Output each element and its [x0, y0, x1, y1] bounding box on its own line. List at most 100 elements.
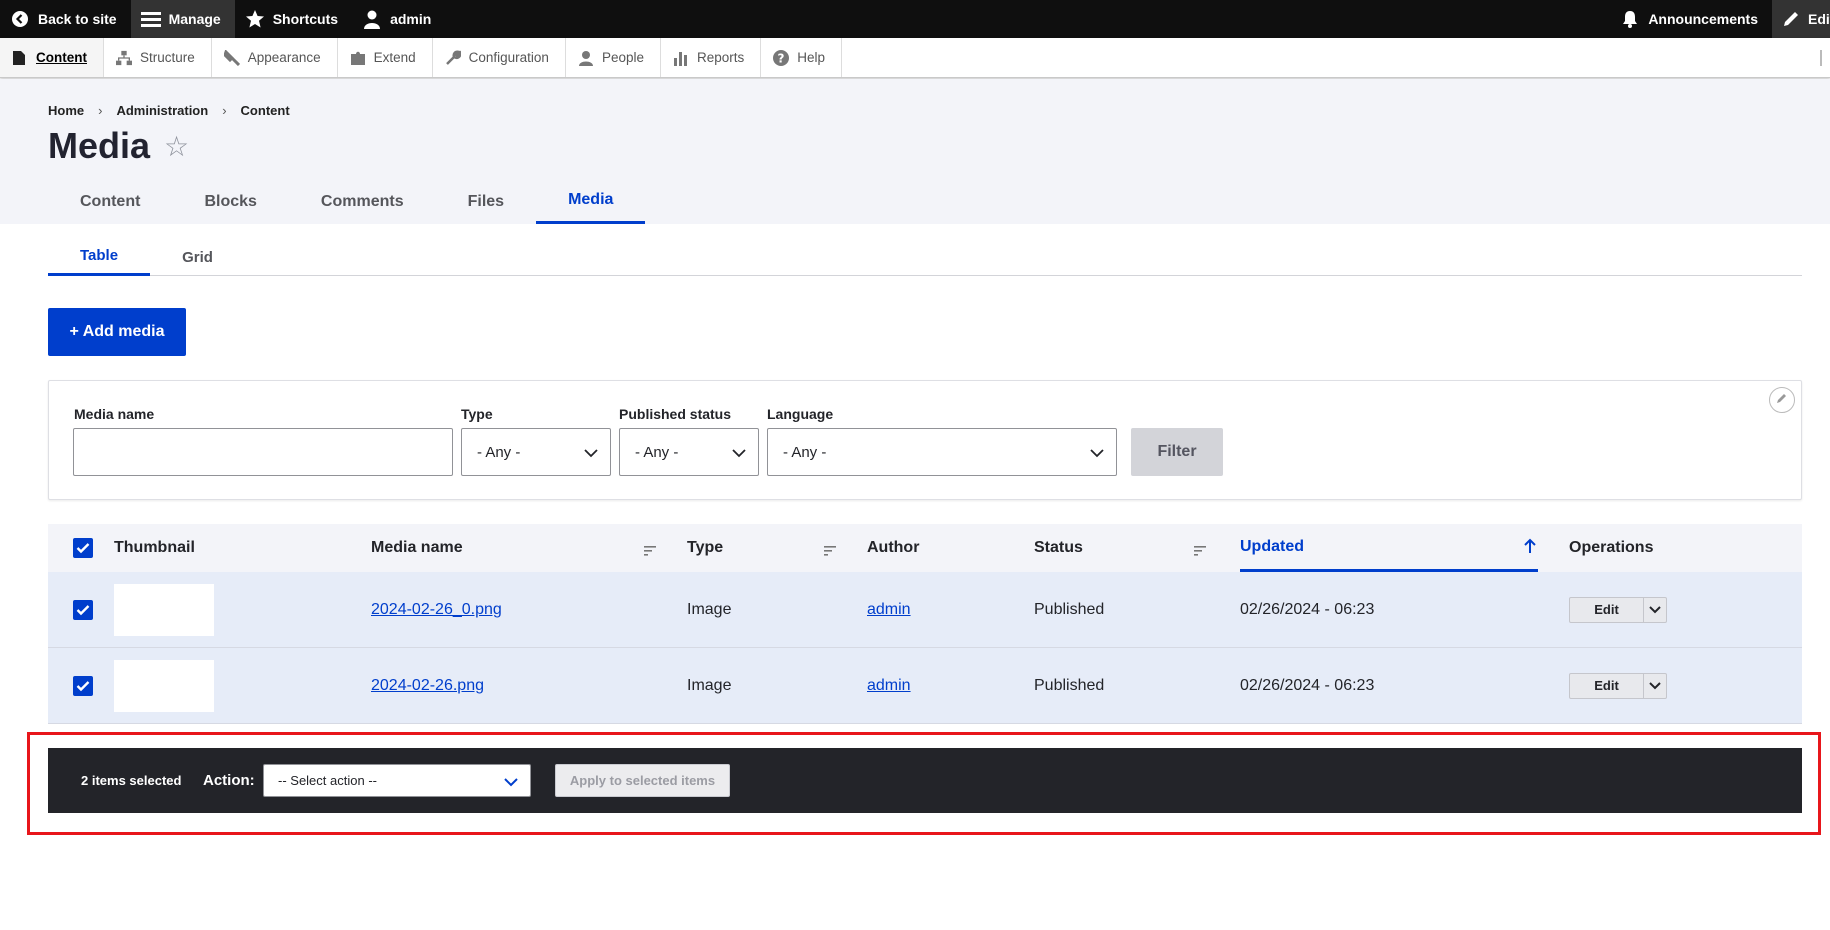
filter-button[interactable]: Filter	[1131, 428, 1223, 476]
apply-to-selected-button[interactable]: Apply to selected items	[555, 764, 730, 797]
add-media-button[interactable]: + Add media	[48, 308, 186, 356]
tray-item-content[interactable]: Content	[0, 38, 104, 77]
header-type[interactable]: Type	[687, 539, 723, 557]
author-link[interactable]: admin	[867, 677, 911, 695]
breadcrumb-separator: ›	[222, 103, 227, 118]
tab-content[interactable]: Content	[48, 179, 172, 224]
action-select[interactable]: -- Select action --	[263, 764, 531, 797]
type-select-value: - Any -	[477, 443, 521, 461]
pencil-icon	[1776, 391, 1788, 409]
bar-chart-icon	[673, 50, 689, 66]
tray-label-structure: Structure	[140, 50, 195, 65]
media-name-link[interactable]: 2024-02-26_0.png	[371, 601, 502, 619]
announcements-label: Announcements	[1648, 11, 1758, 27]
row-checkbox[interactable]	[73, 599, 93, 620]
tray-item-structure[interactable]: Structure	[104, 38, 212, 77]
operations-dropbutton: Edit	[1569, 596, 1667, 623]
row-updated: 02/26/2024 - 06:23	[1240, 600, 1375, 618]
row-type: Image	[687, 600, 732, 618]
published-status-label: Published status	[619, 406, 732, 422]
paint-roller-icon	[223, 49, 240, 66]
edit-button[interactable]: Edit	[1570, 673, 1644, 698]
chevron-down-icon	[1649, 601, 1661, 619]
row-thumbnail	[114, 659, 214, 712]
sitemap-icon	[116, 50, 132, 66]
header-thumbnail: Thumbnail	[114, 539, 195, 556]
sort-icon[interactable]	[824, 543, 836, 556]
language-label: Language	[767, 406, 834, 422]
primary-tabs: Content Blocks Comments Files Media	[48, 179, 646, 224]
operations-toggle[interactable]	[1644, 598, 1666, 622]
tray-label-configuration: Configuration	[468, 50, 549, 65]
row-operations: Edit	[1569, 596, 1667, 623]
tray-label-content: Content	[36, 50, 87, 65]
chevron-down-icon	[1649, 677, 1661, 695]
hamburger-icon	[140, 9, 161, 29]
language-select[interactable]: - Any -	[767, 428, 1117, 476]
tab-files[interactable]: Files	[436, 179, 536, 224]
edit-toggle[interactable]: Edit	[1772, 0, 1830, 38]
user-menu[interactable]: admin	[352, 0, 445, 38]
table-header: Thumbnail Media name Type Author Status …	[48, 524, 1802, 572]
secondary-tabs: Table Grid	[48, 238, 1802, 276]
edit-button[interactable]: Edit	[1570, 597, 1644, 622]
tray-label-reports: Reports	[696, 50, 745, 65]
row-checkbox[interactable]	[73, 675, 93, 696]
tray-item-configuration[interactable]: Configuration	[433, 38, 566, 77]
shortcut-star-icon[interactable]: ☆	[164, 130, 189, 163]
checkmark-icon	[73, 599, 93, 620]
tray-orientation-toggle[interactable]	[1820, 50, 1830, 66]
type-select[interactable]: - Any -	[461, 428, 611, 476]
tray-item-help[interactable]: ? Help	[761, 38, 843, 77]
media-name-input[interactable]	[73, 428, 453, 476]
pencil-icon	[1782, 9, 1800, 29]
header-updated-label: Updated	[1240, 537, 1304, 555]
sort-ascending-icon	[1524, 538, 1536, 559]
tab-grid[interactable]: Grid	[150, 238, 245, 276]
bell-icon	[1620, 9, 1640, 29]
table-row: 2024-02-26_0.png Image admin Published 0…	[48, 572, 1802, 648]
thumbnail-image	[114, 659, 214, 712]
tray-item-appearance[interactable]: Appearance	[212, 38, 338, 77]
tab-table[interactable]: Table	[48, 238, 151, 276]
media-name-link[interactable]: 2024-02-26.png	[371, 677, 484, 695]
back-to-site-link[interactable]: Back to site	[0, 0, 131, 38]
published-status-select[interactable]: - Any -	[619, 428, 759, 476]
header-updated[interactable]: Updated	[1240, 524, 1538, 572]
tab-blocks[interactable]: Blocks	[172, 179, 288, 224]
breadcrumb-content[interactable]: Content	[241, 103, 290, 118]
table-row: 2024-02-26.png Image admin Published 02/…	[48, 648, 1802, 724]
breadcrumb-administration[interactable]: Administration	[116, 103, 208, 118]
breadcrumb-home[interactable]: Home	[48, 103, 84, 118]
media-table: Thumbnail Media name Type Author Status …	[48, 524, 1802, 724]
manage-menu[interactable]: Manage	[130, 0, 235, 38]
shortcuts-menu[interactable]: Shortcuts	[235, 0, 352, 38]
announcements-menu[interactable]: Announcements	[1610, 0, 1772, 38]
tab-comments[interactable]: Comments	[289, 179, 436, 224]
bulk-actions-bar: 2 items selected Action: -- Select actio…	[48, 748, 1802, 813]
author-link[interactable]: admin	[867, 601, 911, 619]
contextual-edit-button[interactable]	[1769, 387, 1795, 413]
wrench-icon	[445, 50, 461, 66]
people-icon	[578, 50, 594, 66]
media-name-label: Media name	[74, 406, 155, 422]
sort-icon[interactable]	[644, 543, 656, 556]
row-updated: 02/26/2024 - 06:23	[1240, 676, 1375, 694]
star-icon	[245, 9, 265, 29]
file-icon	[12, 50, 28, 66]
operations-toggle[interactable]	[1644, 674, 1666, 698]
tray-label-help: Help	[797, 50, 826, 65]
tray-item-reports[interactable]: Reports	[661, 38, 762, 77]
language-select-value: - Any -	[783, 443, 827, 461]
header-media-name[interactable]: Media name	[371, 539, 463, 557]
tray-item-people[interactable]: People	[566, 38, 661, 77]
tab-media[interactable]: Media	[536, 179, 646, 224]
back-arrow-icon	[10, 9, 30, 29]
tray-label-appearance: Appearance	[247, 50, 321, 65]
user-icon	[362, 9, 382, 29]
tray-item-extend[interactable]: Extend	[338, 38, 433, 77]
header-status[interactable]: Status	[1034, 539, 1083, 557]
select-all-checkbox[interactable]	[73, 538, 93, 558]
sort-icon[interactable]	[1194, 543, 1206, 556]
user-label: admin	[390, 11, 432, 27]
